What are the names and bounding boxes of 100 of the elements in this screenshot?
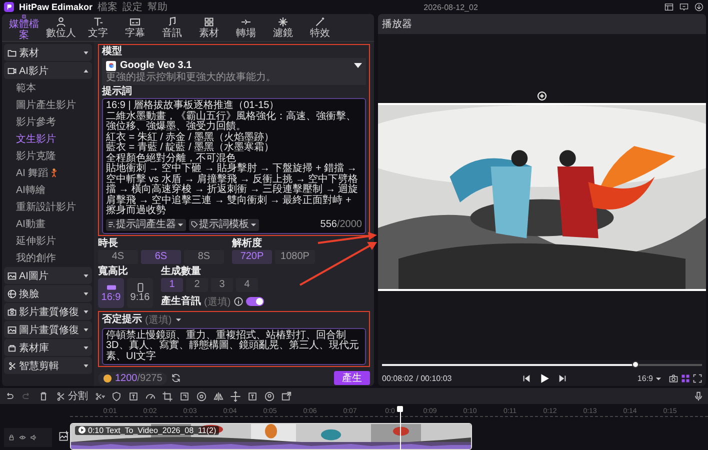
tab[interactable]: 文字 (80, 14, 116, 41)
prompt-generator-button[interactable]: 提示詞產生器 (106, 218, 186, 230)
app-name: HitPaw Edimakor (19, 2, 93, 12)
caret-icon (655, 374, 662, 382)
sidebar-subitem[interactable]: AI動畫 (4, 216, 92, 232)
prompt-field[interactable] (102, 98, 366, 234)
aspect-option[interactable]: 9:16 (127, 278, 153, 308)
sidebar-subitem[interactable]: 影片克隆 (4, 148, 92, 164)
toggle-switch[interactable] (246, 297, 264, 306)
video-clip[interactable]: 0:10 Text_To_Video_2026_08_11(2) (70, 422, 472, 450)
resolution-option[interactable]: 1080P (275, 250, 315, 264)
sidebar-item[interactable]: 智慧剪輯 (4, 357, 92, 374)
duration-option[interactable]: 8S (184, 250, 224, 264)
image-icon (7, 270, 17, 280)
count-option[interactable]: 1 (161, 278, 183, 292)
prompt-line: 紅衣 = 朱紅 / 赤金 / 墨黑（火焰墨跡） (106, 132, 276, 142)
lock-icon[interactable] (8, 434, 15, 441)
prompt-template-button[interactable]: 提示詞模板 (189, 218, 259, 230)
camera-icon[interactable] (669, 374, 678, 382)
landscape-icon (106, 282, 116, 292)
sidebar-subitem[interactable]: 我的創作 (4, 250, 92, 266)
mirror-icon[interactable] (213, 390, 224, 402)
menu-item[interactable]: 設定 (122, 0, 143, 14)
add-image-icon[interactable] (58, 430, 70, 442)
play-icon[interactable] (539, 372, 550, 384)
tab[interactable]: 字幕 (117, 14, 153, 41)
tab[interactable]: 轉場 (228, 14, 264, 41)
tab[interactable]: 素材 (191, 14, 227, 41)
text-box-icon[interactable] (128, 390, 139, 402)
sidebar-subitem[interactable]: 文生影片 (4, 131, 92, 147)
sidebar-subitem[interactable]: AI轉繪 (4, 182, 92, 198)
trash-icon[interactable] (38, 390, 49, 402)
resolution-option[interactable]: 720P (232, 250, 272, 264)
credits-count: 1200/9275 (115, 372, 162, 384)
count-option[interactable]: 3 (211, 278, 233, 292)
tag-icon (191, 221, 198, 228)
export-frame-icon[interactable] (281, 390, 292, 402)
sidebar-item[interactable]: 影片畫質修復 (4, 303, 92, 320)
previous-frame-icon[interactable] (522, 374, 532, 382)
tab[interactable]: 音訊 (154, 14, 190, 41)
sidebar-subitem[interactable]: 圖片產生影片 (4, 97, 92, 113)
sidebar-subitem[interactable]: AI 舞蹈 (4, 165, 92, 181)
sidebar-item[interactable]: 圖片畫質修復 (4, 321, 92, 338)
resize-icon[interactable] (179, 390, 190, 402)
shield-icon[interactable] (111, 390, 122, 402)
fullscreen-icon[interactable] (693, 374, 702, 382)
sidebar-item[interactable]: 換臉 (4, 285, 92, 302)
move-icon[interactable] (230, 390, 241, 402)
section-label: 時長 (98, 238, 119, 248)
sidebar-subitem[interactable]: 影片參考 (4, 114, 92, 130)
sidebar-item[interactable]: 素材 (4, 44, 92, 61)
split-button[interactable]: 分割 (55, 389, 88, 403)
dancer-icon (50, 168, 58, 178)
list-icon (108, 221, 115, 228)
optional-hint: (選填) (145, 314, 172, 326)
duration-option[interactable]: 4S (98, 250, 138, 264)
folder-icon (7, 48, 17, 58)
prompt-line: 16:9 | 層格拔故事板逐格推進（01-15） (106, 101, 280, 111)
tab[interactable]: 媒體檔案 (6, 14, 42, 41)
scissors-icon (7, 360, 17, 370)
sidebar-item[interactable]: 素材庫 (4, 339, 92, 356)
duration-option[interactable]: 6S (141, 250, 181, 264)
play-icon (78, 426, 86, 434)
text-frame-icon[interactable] (247, 390, 258, 402)
tab[interactable]: 濾鏡 (265, 14, 301, 41)
sidebar-subitem[interactable]: 重新設計影片 (4, 199, 92, 215)
count-option[interactable]: 2 (186, 278, 208, 292)
sidebar-item[interactable]: AI影片 (4, 62, 92, 79)
next-frame-icon[interactable] (558, 374, 568, 382)
playhead[interactable] (396, 406, 404, 450)
scissors-dropdown-icon[interactable] (94, 390, 105, 402)
eye-icon[interactable] (19, 434, 26, 441)
speaker-icon[interactable] (30, 434, 37, 441)
current-time: 00:08:02 (382, 374, 414, 382)
generate-button[interactable]: 產生 (334, 371, 370, 385)
menu-item[interactable]: 幫助 (148, 0, 168, 14)
negative-prompt-field[interactable]: 停頓禁止慢鏡頭、重力、重複招式、站樁對打、回合制 3D、真人、寫實、靜態構圖、鏡頭亂晃、第三人、現代元素、UI文字 (102, 328, 366, 365)
chat-icon[interactable] (679, 2, 689, 12)
crop-icon[interactable] (162, 390, 173, 402)
bag-icon (7, 342, 17, 352)
layout-icon[interactable] (664, 2, 674, 12)
menu-item[interactable]: 檔案 (98, 0, 118, 14)
microphone-icon[interactable] (693, 390, 704, 402)
aspect-option[interactable]: 16:9 (98, 278, 124, 308)
sidebar-subitem[interactable]: 延伸影片 (4, 233, 92, 249)
refresh-icon[interactable] (171, 373, 182, 383)
undo-icon[interactable] (4, 390, 15, 402)
download-icon[interactable] (694, 2, 704, 12)
tab[interactable]: 特效 (302, 14, 338, 41)
section-label: 提示詞 (102, 86, 133, 97)
scrubber-handle[interactable] (632, 361, 639, 368)
sidebar-item[interactable]: AI圖片 (4, 267, 92, 284)
tab[interactable]: 數位人 (43, 14, 79, 41)
grid-icon[interactable] (681, 374, 690, 382)
rotate-handle-icon[interactable] (537, 90, 547, 101)
aspect-ratio-dropdown[interactable]: 16:9 (637, 374, 662, 382)
count-option[interactable]: 4 (236, 278, 258, 292)
model-selector[interactable]: Google Veo 3.1 更強的提示控制和更強大的故事能力。 (102, 58, 366, 85)
ring-icon[interactable] (196, 390, 207, 402)
sidebar-subitem[interactable]: 範本 (4, 80, 92, 96)
